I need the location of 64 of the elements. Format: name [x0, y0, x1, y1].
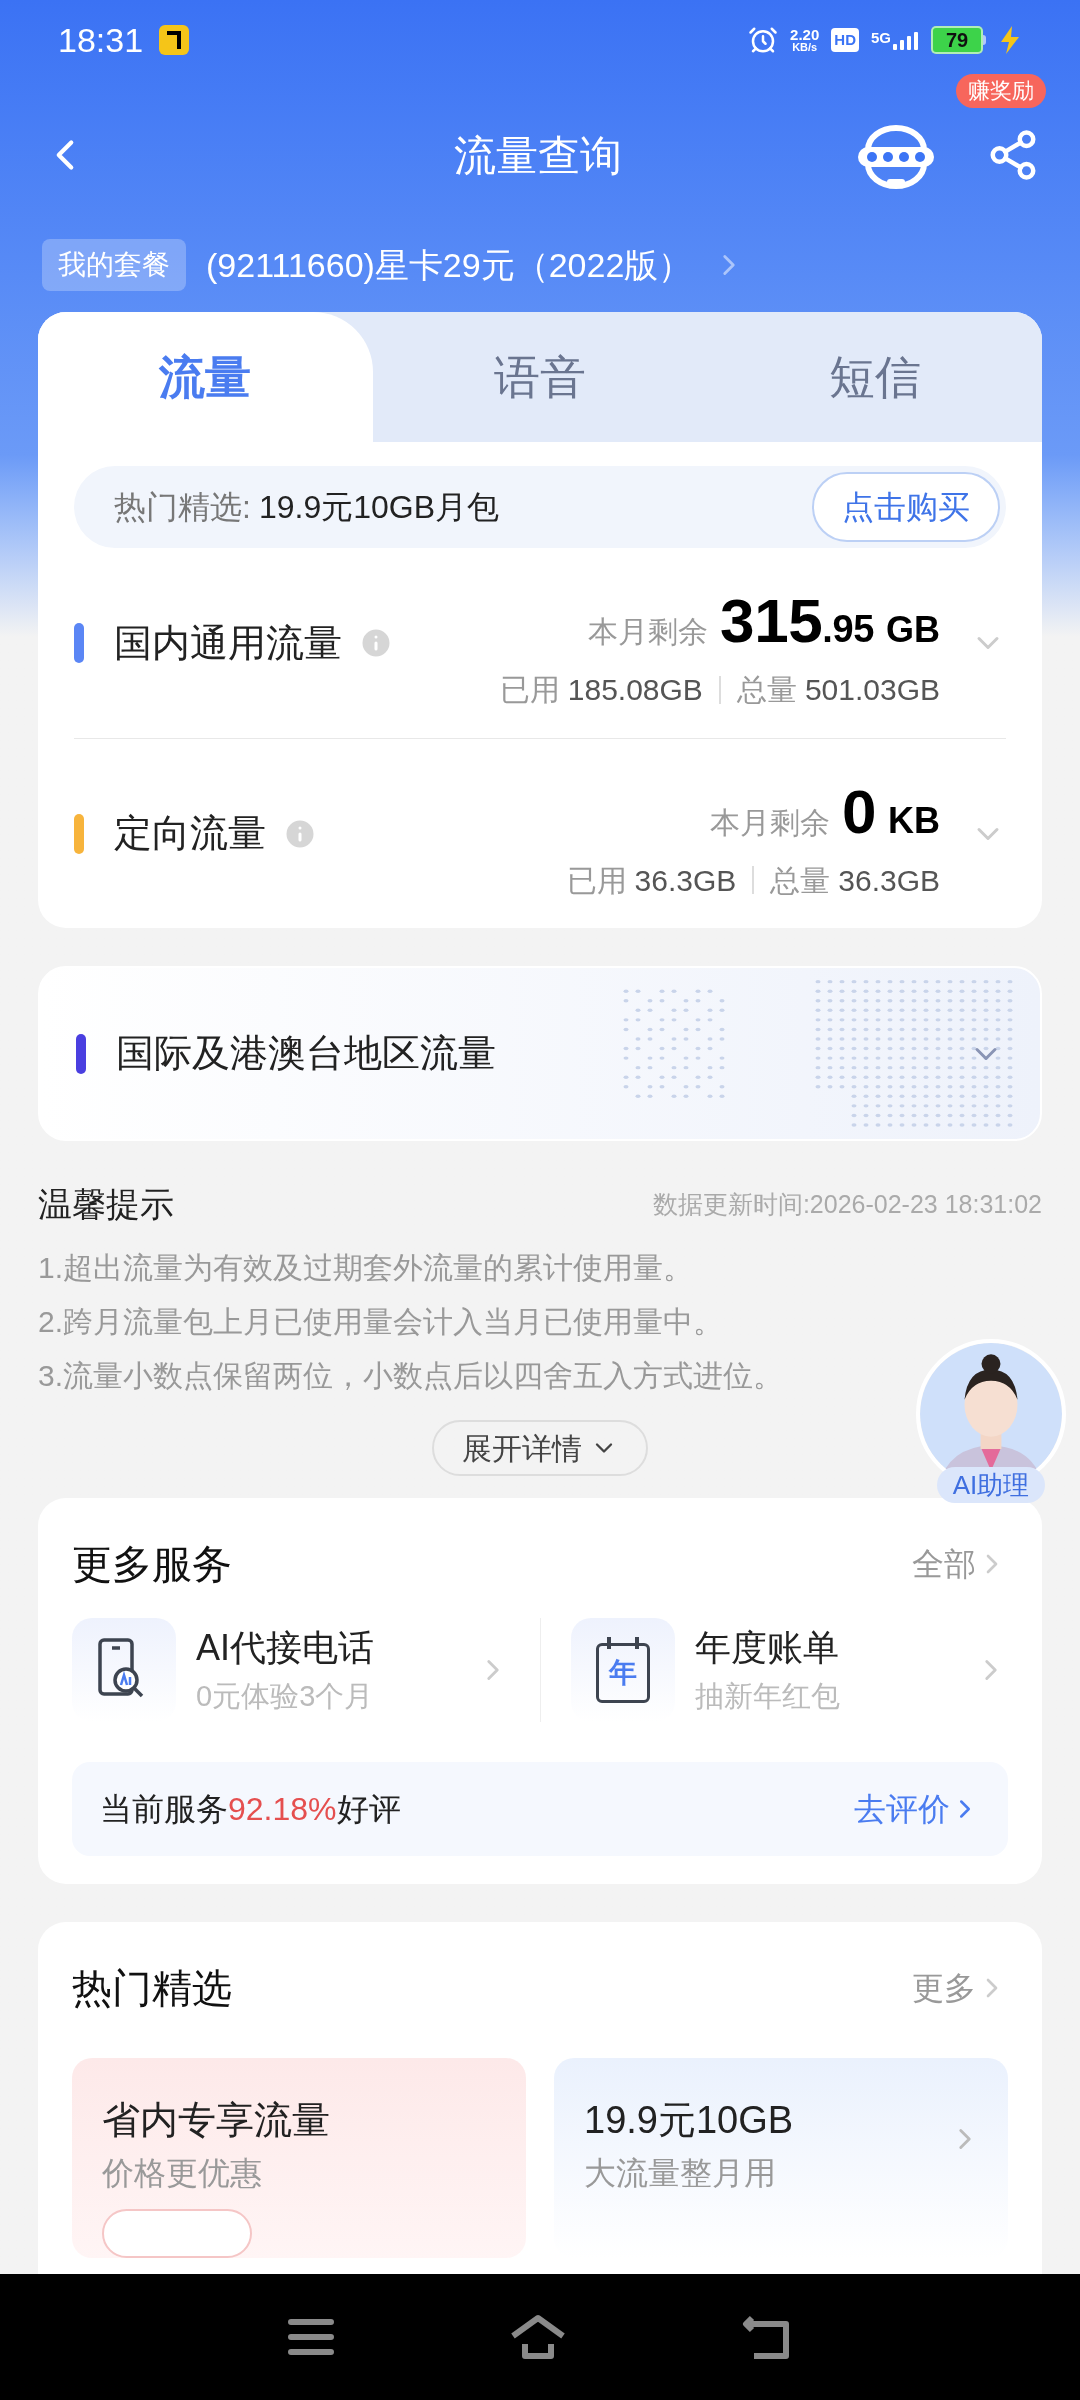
- remaining-unit: KB: [888, 798, 940, 843]
- offer-title: 19.9元10GB: [584, 2098, 794, 2143]
- offer-title: 省内专享流量: [102, 2098, 330, 2143]
- plan-name[interactable]: (92111660)星卡29元（2022版）: [206, 239, 693, 291]
- usage-name: 国内通用流量: [114, 620, 342, 666]
- used-label: 已用: [499, 672, 560, 708]
- remaining-label: 本月剩余: [588, 614, 709, 650]
- service-item[interactable]: 年 年度账单 抽新年红包: [539, 1618, 1008, 1722]
- rating-text: 当前服务92.18%好评: [100, 1790, 401, 1829]
- network-speed: 2.20: [790, 27, 820, 42]
- home-icon[interactable]: [509, 2314, 567, 2360]
- promo-label: 热门精选:: [114, 488, 251, 527]
- ai-assistant-badge[interactable]: AI助理: [936, 1467, 1046, 1503]
- battery-icon: 79: [931, 26, 986, 54]
- signal-icon: [893, 30, 919, 50]
- tip-line: 1.超出流量为有效及过期套外流量的累计使用量。: [38, 1250, 695, 1286]
- hd-indicator: HD: [831, 28, 859, 52]
- offer-subtitle: 价格更优惠: [102, 2154, 263, 2193]
- update-time: 数据更新时间:2026-02-23 18:31:02: [652, 1188, 1042, 1220]
- total-value: 501.03GB: [804, 672, 940, 708]
- tips-title: 温馨提示: [38, 1184, 174, 1225]
- offer-subtitle: 大流量整月用: [584, 2154, 777, 2193]
- section-title: 更多服务: [72, 1541, 232, 1588]
- tip-line: 3.流量小数点保留两位，小数点后以四舍五入方式进位。: [38, 1358, 785, 1394]
- app-notification-icon: [159, 25, 190, 55]
- international-title: 国际及港澳台地区流量: [116, 1031, 496, 1076]
- used-label: 已用: [566, 862, 627, 899]
- menu-icon[interactable]: [287, 2317, 334, 2357]
- total-label: 总量: [736, 672, 797, 708]
- plan-tag: 我的套餐: [42, 239, 186, 291]
- network-speed-unit: KB/s: [792, 42, 818, 53]
- expand-details-button[interactable]: 展开详情: [432, 1420, 648, 1476]
- tab[interactable]: 语音: [372, 312, 708, 442]
- more-link[interactable]: 更多: [912, 1964, 976, 2012]
- service-title: 年度账单: [694, 1626, 840, 1671]
- charging-icon: [998, 25, 1022, 55]
- international-card[interactable]: 国际及港澳台地区流量: [38, 966, 1042, 1141]
- promo-offer: 19.9元10GB月包: [258, 488, 499, 527]
- buy-button[interactable]: 点击购买: [812, 472, 1000, 542]
- total-label: 总量: [770, 862, 831, 899]
- tip-line: 2.跨月流量包上月已使用量会计入当月已使用量中。: [38, 1304, 725, 1340]
- service-item[interactable]: AI代接电话 0元体验3个月: [72, 1618, 540, 1722]
- service-subtitle: 抽新年红包: [694, 1679, 840, 1715]
- status-time: 18:31: [58, 19, 144, 61]
- service-title: AI代接电话: [196, 1626, 374, 1671]
- reward-badge: 赚奖励: [956, 74, 1046, 108]
- rate-link[interactable]: 去评价: [854, 1785, 980, 1833]
- remaining-label: 本月剩余: [709, 804, 830, 841]
- network-type: 5G: [871, 30, 891, 45]
- page-title: 流量查询: [454, 130, 622, 181]
- tab[interactable]: 流量: [38, 312, 373, 442]
- remaining-value: 0: [841, 775, 876, 848]
- alarm-icon: [748, 25, 779, 55]
- service-subtitle: 0元体验3个月: [196, 1679, 374, 1715]
- section-title: 热门精选: [72, 1965, 232, 2012]
- all-link[interactable]: 全部: [912, 1540, 976, 1588]
- remaining-value: 315.95: [720, 585, 874, 657]
- remaining-unit: GB: [886, 608, 940, 652]
- tab[interactable]: 短信: [707, 312, 1042, 442]
- total-value: 36.3GB: [838, 862, 940, 899]
- usage-name: 定向流量: [114, 811, 266, 856]
- used-value: 185.08GB: [567, 672, 703, 708]
- offer-card[interactable]: 省内专享流量 价格更优惠: [72, 2058, 526, 2258]
- used-value: 36.3GB: [634, 862, 737, 899]
